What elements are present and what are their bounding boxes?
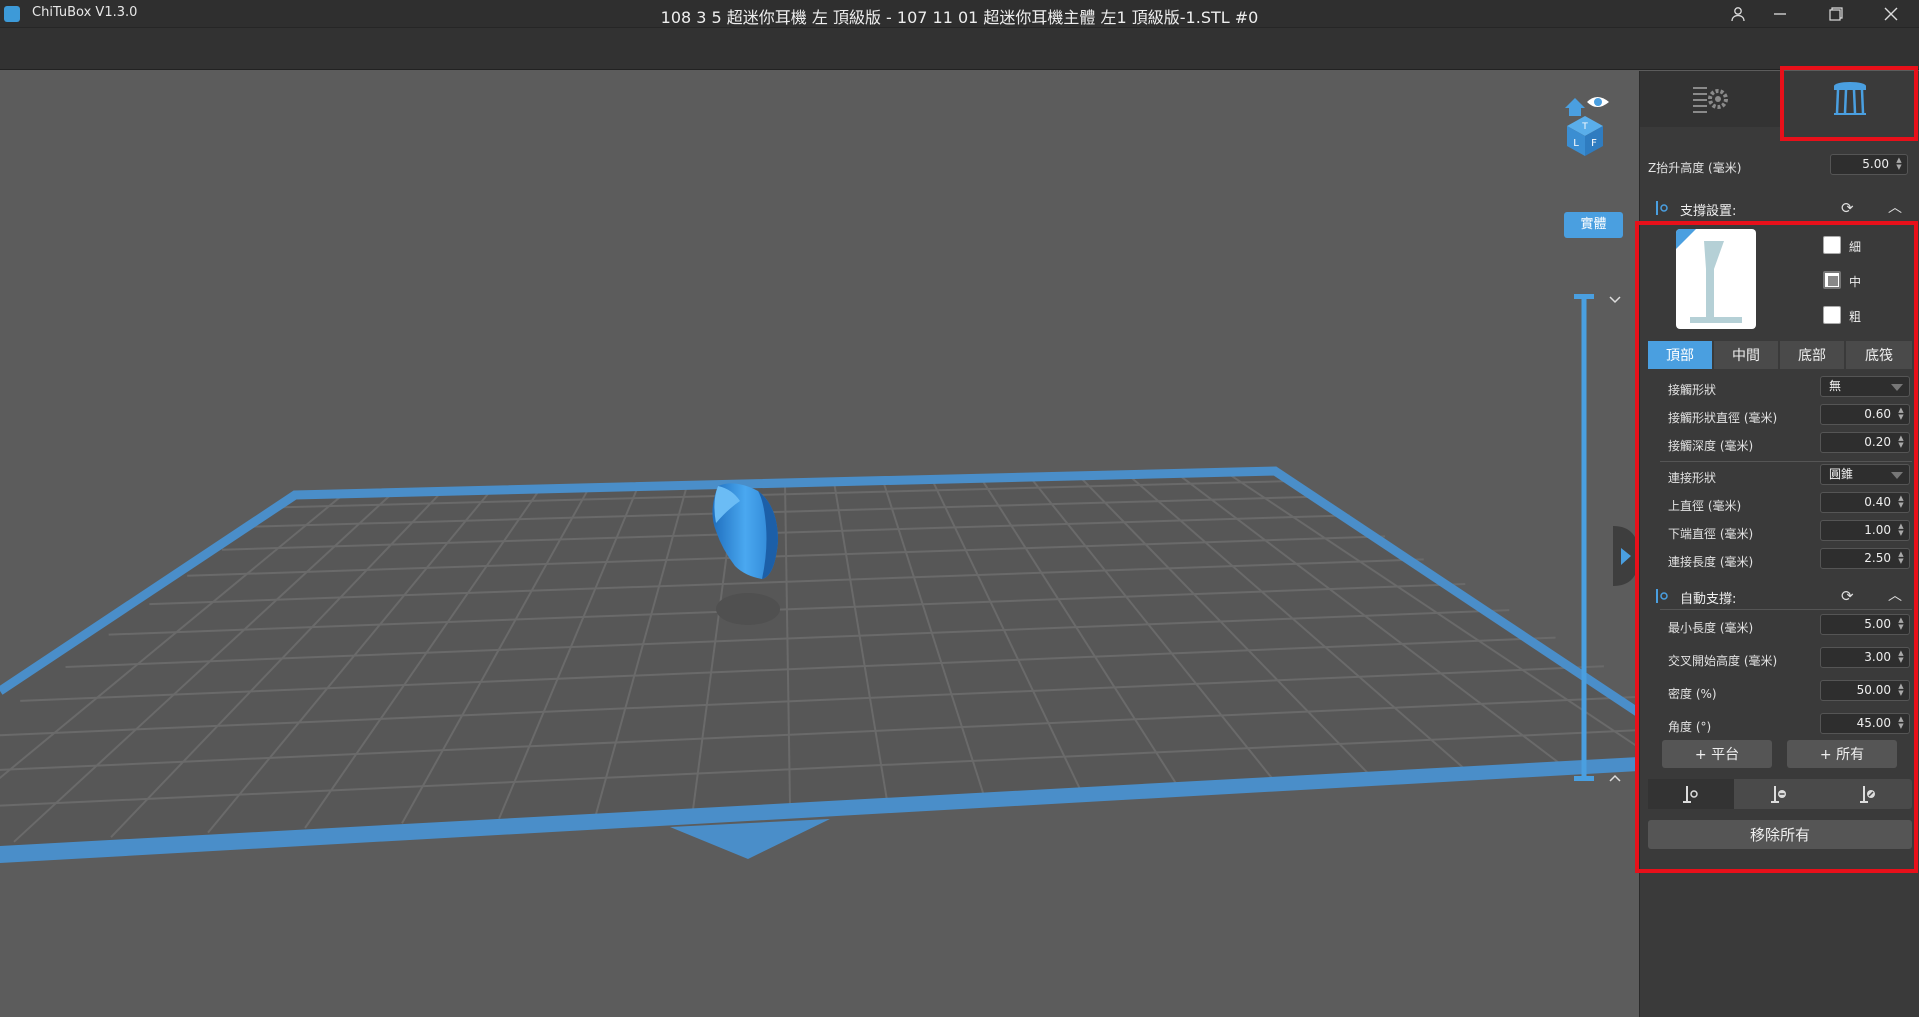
list-gear-icon xyxy=(1693,87,1728,113)
min-length-input[interactable]: 5.00 ▲ ▼ xyxy=(1820,614,1910,635)
file-title: 108 3 5 超迷你耳機 左 頂級版 - 107 11 01 超迷你耳機主體 … xyxy=(660,8,1259,27)
divider xyxy=(1660,609,1912,610)
density-input[interactable]: 50.00 ▲ ▼ xyxy=(1820,680,1910,701)
contact-diameter-input[interactable]: 0.60 ▲ ▼ xyxy=(1820,404,1910,425)
home-icon xyxy=(1565,98,1585,116)
connection-length-input[interactable]: 2.50 ▲ ▼ xyxy=(1820,548,1910,569)
tab-bottom[interactable]: 底部 xyxy=(1780,341,1844,369)
auto-support-title: 自動支撐: xyxy=(1680,592,1737,607)
contact-diameter-label: 接觸形狀直徑 (毫米) xyxy=(1668,411,1778,425)
add-platform-button[interactable]: + 平台 xyxy=(1662,740,1772,768)
cross-start-height-label: 交叉開始高度 (毫米) xyxy=(1668,654,1778,668)
minimize-icon[interactable] xyxy=(1752,0,1808,28)
toolbar xyxy=(0,28,1919,70)
z-lift-label: Z抬升高度 (毫米) xyxy=(1648,161,1742,175)
tab-raft[interactable]: 底筏 xyxy=(1846,341,1912,369)
chevron-down-icon[interactable] xyxy=(1609,296,1621,304)
support-preview-image xyxy=(1676,229,1756,329)
divider xyxy=(1660,461,1912,462)
z-lift-row: Z抬升高度 (毫米) 5.00 ▲ ▼ xyxy=(1640,154,1919,178)
restore-icon[interactable] xyxy=(1808,0,1864,28)
size-thin-label: 細 xyxy=(1849,240,1862,254)
tab-support[interactable] xyxy=(1780,71,1919,127)
cross-start-height-row: 交叉開始高度 (毫米) 3.00 ▲ ▼ xyxy=(1640,647,1919,671)
angle-row: 角度 (°) 45.00 ▲ ▼ xyxy=(1640,713,1919,737)
connection-shape-select[interactable]: 圓錐 xyxy=(1820,464,1910,485)
title-bar: ChiTuBox V1.3.0 108 3 5 超迷你耳機 左 頂級版 - 10… xyxy=(0,0,1919,28)
svg-text:F: F xyxy=(1591,138,1597,149)
view-mode-badge[interactable]: 實體 xyxy=(1564,212,1623,238)
tab-top[interactable]: 頂部 xyxy=(1648,341,1712,369)
panel-tab-bar xyxy=(1640,71,1919,127)
density-label: 密度 (%) xyxy=(1668,687,1717,701)
size-medium-checkbox[interactable] xyxy=(1823,271,1841,289)
3d-viewport[interactable]: T L F 實體 xyxy=(0,71,1639,1017)
reset-icon[interactable]: ⟳ xyxy=(1841,587,1854,605)
contact-shape-label: 接觸形狀 xyxy=(1668,383,1717,397)
angle-label: 角度 (°) xyxy=(1668,720,1712,734)
z-lift-input[interactable]: 5.00 ▲ ▼ xyxy=(1830,154,1908,175)
add-support-icon[interactable] xyxy=(1648,779,1734,809)
chevron-up-icon[interactable] xyxy=(1609,774,1621,782)
connection-length-row: 連接長度 (毫米) 2.50 ▲ ▼ xyxy=(1640,548,1919,572)
upper-diameter-row: 上直徑 (毫米) 0.40 ▲ ▼ xyxy=(1640,492,1919,516)
add-all-button[interactable]: + 所有 xyxy=(1787,740,1897,768)
connection-length-label: 連接長度 (毫米) xyxy=(1668,555,1754,569)
auto-support-header[interactable]: 自動支撐: ⟳ ︿ xyxy=(1640,583,1919,609)
edit-support-icon[interactable] xyxy=(1824,779,1912,809)
support-part-tabs: 頂部 中間 底部 底筏 xyxy=(1648,341,1912,369)
support-settings-title: 支撐設置: xyxy=(1680,204,1737,219)
upper-diameter-label: 上直徑 (毫米) xyxy=(1668,499,1742,513)
svg-text:L: L xyxy=(1573,138,1579,149)
size-thin-checkbox[interactable] xyxy=(1823,236,1841,254)
density-row: 密度 (%) 50.00 ▲ ▼ xyxy=(1640,680,1919,704)
remove-support-icon[interactable] xyxy=(1736,779,1822,809)
build-plate-scene xyxy=(0,294,1639,863)
contact-shape-select[interactable]: 無 xyxy=(1820,376,1910,397)
lower-diameter-row: 下端直徑 (毫米) 1.00 ▲ ▼ xyxy=(1640,520,1919,544)
tab-settings[interactable] xyxy=(1640,71,1780,127)
model-shadow xyxy=(716,593,780,625)
support-tools-bar xyxy=(1648,779,1912,809)
collapse-icon[interactable]: ︿ xyxy=(1888,197,1902,217)
cross-start-height-input[interactable]: 3.00 ▲ ▼ xyxy=(1820,647,1910,668)
view-cube[interactable]: T L F xyxy=(1555,86,1620,156)
upper-diameter-input[interactable]: 0.40 ▲ ▼ xyxy=(1820,492,1910,513)
plate-front-notch xyxy=(670,819,830,859)
lower-diameter-label: 下端直徑 (毫米) xyxy=(1668,527,1754,541)
layer-slider-bottom-handle[interactable] xyxy=(1574,776,1594,781)
support-settings-header[interactable]: 支撐設置: ⟳ ︿ xyxy=(1640,195,1919,221)
remove-all-button[interactable]: 移除所有 xyxy=(1648,820,1912,849)
contact-shape-row: 接觸形狀 無 xyxy=(1640,376,1919,400)
tab-middle[interactable]: 中間 xyxy=(1714,341,1778,369)
connection-shape-row: 連接形狀 圓錐 xyxy=(1640,464,1919,488)
contact-diameter-row: 接觸形狀直徑 (毫米) 0.60 ▲ ▼ xyxy=(1640,404,1919,428)
min-length-row: 最小長度 (毫米) 5.00 ▲ ▼ xyxy=(1640,614,1919,638)
side-panel: Z抬升高度 (毫米) 5.00 ▲ ▼ 支撐設置: ⟳ ︿ 細 中 粗 頂部 中間 … xyxy=(1639,71,1919,1017)
reset-icon[interactable]: ⟳ xyxy=(1841,199,1854,217)
size-medium-label: 中 xyxy=(1849,275,1862,289)
contact-depth-input[interactable]: 0.20 ▲ ▼ xyxy=(1820,432,1910,453)
size-thick-checkbox[interactable] xyxy=(1823,306,1841,324)
support-pillar-icon xyxy=(1656,201,1668,215)
support-table-icon xyxy=(1834,82,1866,115)
contact-depth-row: 接觸深度 (毫米) 0.20 ▲ ▼ xyxy=(1640,432,1919,456)
layer-slider-top-handle[interactable] xyxy=(1574,294,1594,299)
connection-shape-label: 連接形狀 xyxy=(1668,471,1717,485)
contact-depth-label: 接觸深度 (毫米) xyxy=(1668,439,1754,453)
svg-text:T: T xyxy=(1581,122,1588,132)
lower-diameter-input[interactable]: 1.00 ▲ ▼ xyxy=(1820,520,1910,541)
close-icon[interactable] xyxy=(1863,0,1919,28)
support-pillar-icon xyxy=(1656,589,1668,603)
min-length-label: 最小長度 (毫米) xyxy=(1668,621,1754,635)
angle-input[interactable]: 45.00 ▲ ▼ xyxy=(1820,713,1910,734)
size-thick-label: 粗 xyxy=(1849,310,1862,324)
collapse-icon[interactable]: ︿ xyxy=(1888,585,1902,605)
